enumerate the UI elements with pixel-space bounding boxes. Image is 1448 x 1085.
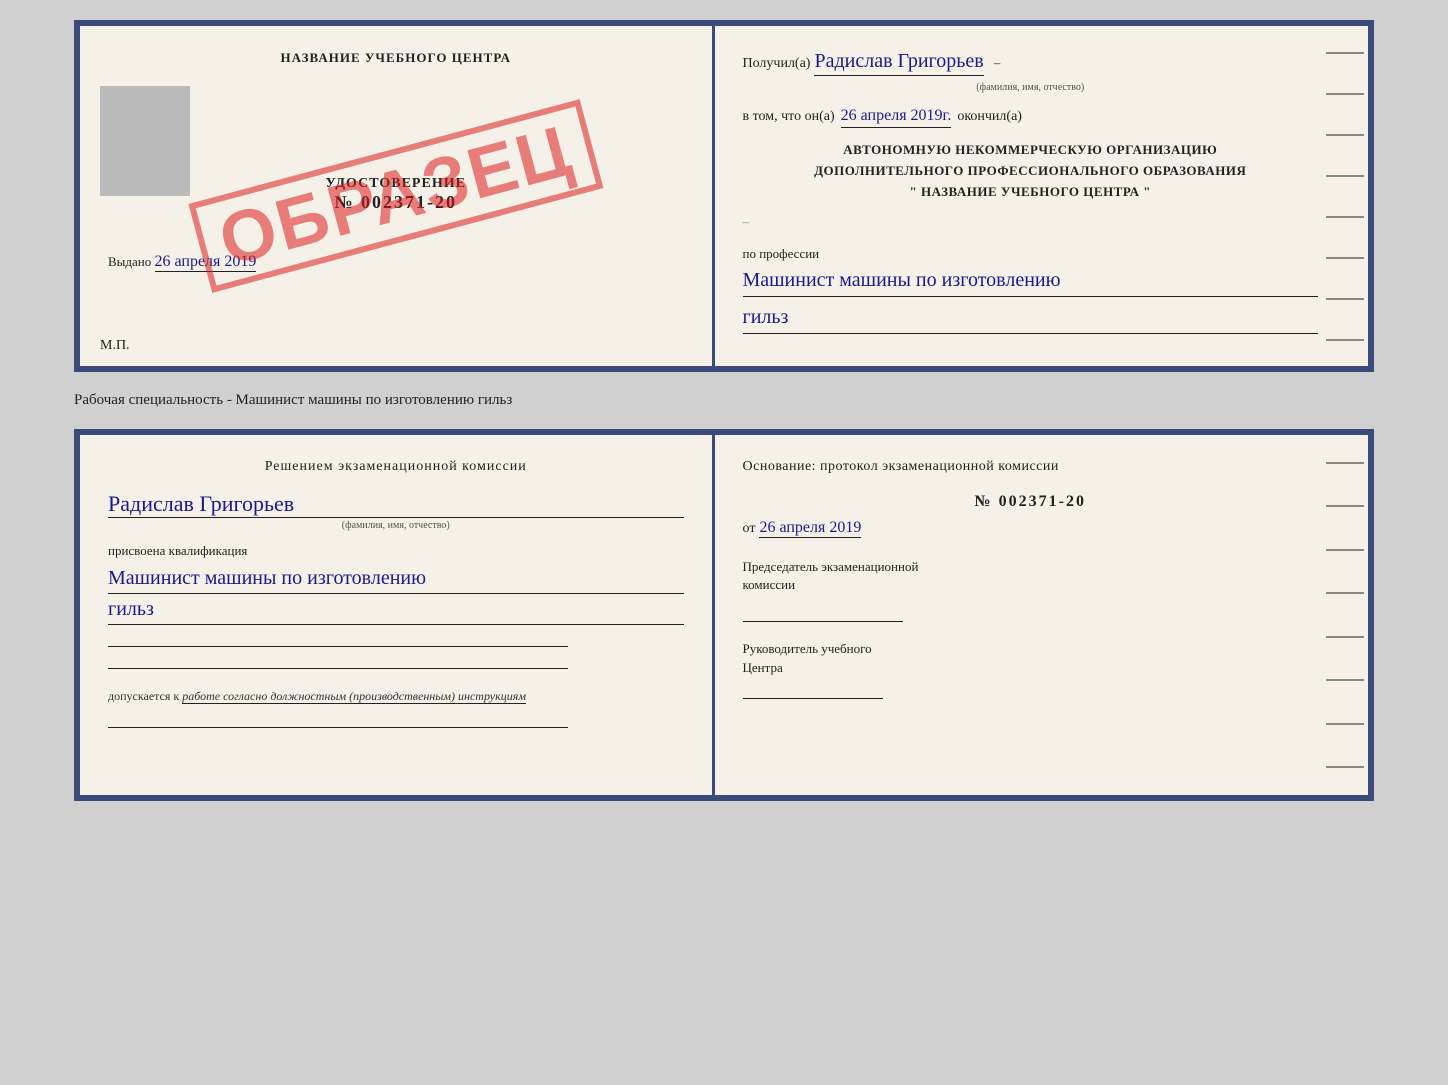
fio-subtitle-bottom: (фамилия, имя, отчество)	[108, 520, 684, 531]
bottom-document: Решением экзаменационной комиссии Радисл…	[74, 429, 1374, 801]
person-name-bottom: Радислав Григорьев	[108, 491, 684, 518]
bottom-doc-left: Решением экзаменационной комиссии Радисл…	[80, 435, 715, 795]
org-block: АВТОНОМНУЮ НЕКОММЕРЧЕСКУЮ ОРГАНИЗАЦИЮ ДО…	[743, 140, 1319, 202]
sd5	[1326, 636, 1364, 638]
osnovanie-title: Основание: протокол экзаменационной коми…	[743, 459, 1319, 475]
sd8	[1326, 766, 1364, 768]
poluchil-prefix: Получил(а)	[743, 56, 811, 72]
separator-text: Рабочая специальность - Машинист машины …	[74, 388, 1374, 413]
photo-placeholder	[100, 86, 190, 196]
b3	[1326, 134, 1364, 136]
rukovoditel-label: Руководитель учебного Центра	[743, 640, 1319, 676]
bottom-doc-right: Основание: протокол экзаменационной коми…	[715, 435, 1369, 795]
rukovoditel-line1: Руководитель учебного	[743, 641, 872, 656]
sd3	[1326, 549, 1364, 551]
vtom-prefix: в том, что он(а)	[743, 109, 835, 125]
person-name-top: Радислав Григорьев	[814, 50, 983, 76]
kvalif-line1: Машинист машины по изготовлению	[108, 563, 684, 594]
org-line3: " НАЗВАНИЕ УЧЕБНОГО ЦЕНТРА "	[743, 182, 1319, 203]
sd7	[1326, 723, 1364, 725]
sd1	[1326, 462, 1364, 464]
sd6	[1326, 679, 1364, 681]
udostoverenie-number: № 002371-20	[334, 192, 457, 213]
b2	[1326, 93, 1364, 95]
org-line2: ДОПОЛНИТЕЛЬНОГО ПРОФЕССИОНАЛЬНОГО ОБРАЗО…	[743, 161, 1319, 182]
predsedatel-line2: комиссии	[743, 577, 796, 592]
resheniem-title: Решением экзаменационной комиссии	[108, 459, 684, 475]
b1	[1326, 52, 1364, 54]
protocol-number: № 002371-20	[743, 493, 1319, 511]
rukovoditel-signature-line	[743, 683, 883, 699]
po-professii-label: по профессии	[743, 246, 1319, 262]
predsedatel-line1: Председатель экзаменационной	[743, 559, 919, 574]
dash-separator: –	[994, 55, 1001, 71]
border-lines-bottom	[1322, 435, 1368, 795]
sd2	[1326, 505, 1364, 507]
fio-subtitle-top: (фамилия, имя, отчество)	[743, 82, 1319, 93]
top-doc-right: Получил(а) Радислав Григорьев – (фамилия…	[715, 26, 1369, 366]
predsedatel-signature-line	[743, 602, 903, 622]
rukovoditel-line2: Центра	[743, 660, 783, 675]
predsedatel-label: Председатель экзаменационной комиссии	[743, 558, 1319, 594]
sd4	[1326, 592, 1364, 594]
udostoverenie-block: УДОСТОВЕРЕНИЕ № 002371-20	[108, 96, 684, 213]
vydano-text: Выдано	[108, 254, 151, 269]
dopusk-prefix: допускается к	[108, 689, 179, 703]
b6	[1326, 257, 1364, 259]
poluchil-line: Получил(а) Радислав Григорьев –	[743, 50, 1319, 76]
org-dash-left: –	[743, 214, 750, 230]
empty-line-1-left	[108, 631, 568, 647]
b7	[1326, 298, 1364, 300]
empty-line-2-left	[108, 653, 568, 669]
kvalif-line2: гильз	[108, 594, 684, 625]
ot-date: 26 апреля 2019	[759, 519, 861, 538]
mp-label: М.П.	[100, 338, 130, 354]
school-title-top: НАЗВАНИЕ УЧЕБНОГО ЦЕНТРА	[108, 50, 684, 66]
vtom-date: 26 апреля 2019г.	[841, 107, 952, 128]
udostoverenie-label: УДОСТОВЕРЕНИЕ	[326, 176, 466, 192]
top-doc-left: НАЗВАНИЕ УЧЕБНОГО ЦЕНТРА УДОСТОВЕРЕНИЕ №…	[80, 26, 715, 366]
vtom-line: в том, что он(а) 26 апреля 2019г. окончи…	[743, 107, 1319, 128]
b5	[1326, 216, 1364, 218]
vydano-date: 26 апреля 2019	[155, 253, 257, 272]
b8	[1326, 339, 1364, 341]
b4	[1326, 175, 1364, 177]
dopusk-text: работе согласно должностным (производств…	[182, 689, 526, 704]
ot-line: от 26 апреля 2019	[743, 519, 1319, 538]
okonchil-text: окончил(а)	[957, 109, 1022, 125]
top-document: НАЗВАНИЕ УЧЕБНОГО ЦЕНТРА УДОСТОВЕРЕНИЕ №…	[74, 20, 1374, 372]
border-lines-top	[1322, 26, 1368, 366]
dopusk-block: допускается к работе согласно должностны…	[108, 689, 684, 704]
org-line1: АВТОНОМНУЮ НЕКОММЕРЧЕСКУЮ ОРГАНИЗАЦИЮ	[743, 140, 1319, 161]
profession-line1-top: Машинист машины по изготовлению	[743, 266, 1319, 297]
prisvoena-label: присвоена квалификация	[108, 543, 684, 559]
profession-line2-top: гильз	[743, 303, 1319, 334]
vydano-line: Выдано 26 апреля 2019	[108, 253, 684, 271]
empty-line-3-left	[108, 712, 568, 728]
ot-prefix: от	[743, 521, 756, 537]
